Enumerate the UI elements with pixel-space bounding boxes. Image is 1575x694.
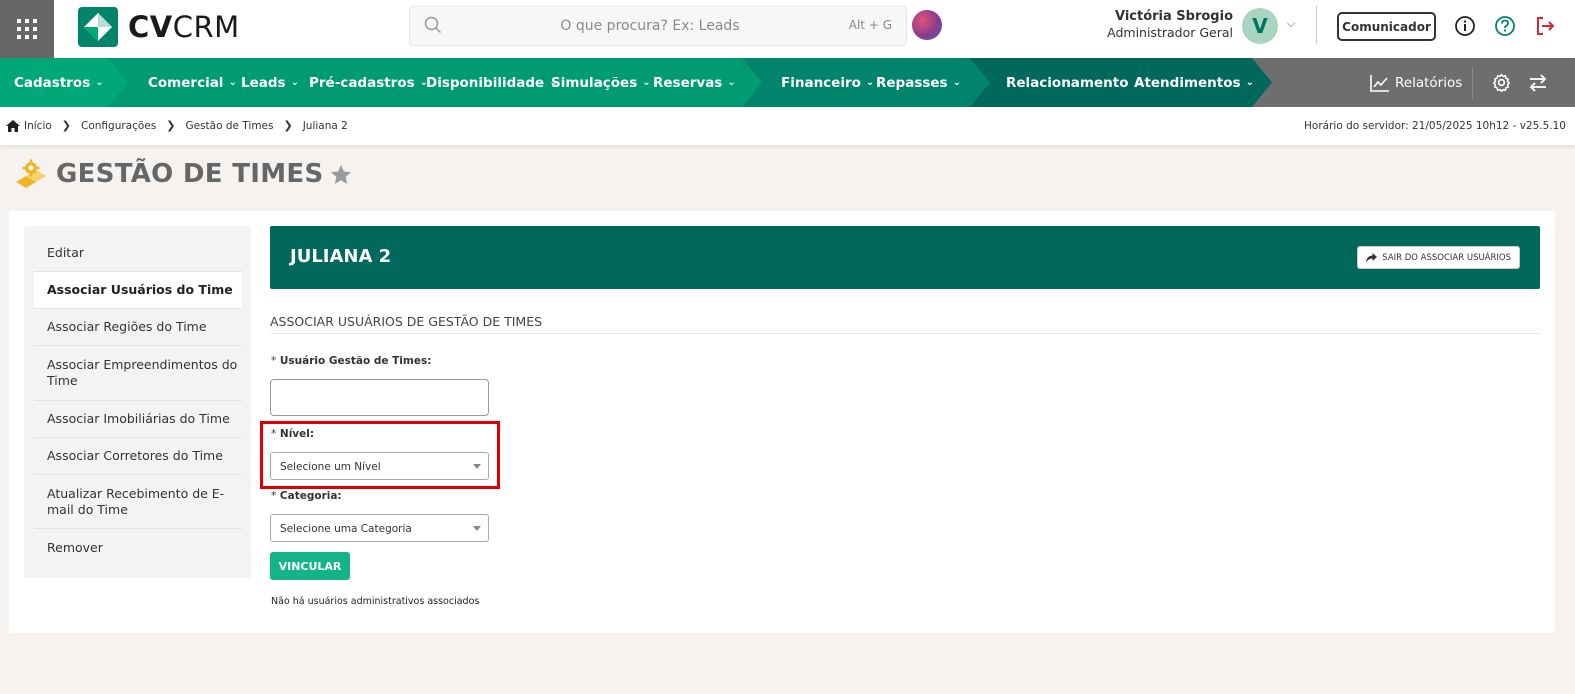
side-item-associar-regioes[interactable]: Associar Regiões do Time [34, 309, 242, 346]
nav-leads[interactable]: Leads ⌄ [241, 58, 299, 107]
settings-gear-icon[interactable] [1492, 58, 1511, 107]
chevron-down-icon: ⌄ [1245, 77, 1254, 88]
vincular-button[interactable]: VINCULAR [270, 552, 350, 580]
header-divider [1316, 6, 1317, 44]
category-select[interactable]: Selecione uma Categoria [270, 514, 489, 542]
breadcrumb-current: Juliana 2 [302, 119, 348, 132]
nav-reservas[interactable]: Reservas ⌄ [653, 58, 736, 107]
help-icon[interactable] [1494, 15, 1516, 37]
team-gear-icon [16, 159, 46, 188]
main-nav: Cadastros ⌄ Comercial ⌄ Leads ⌄ Pré-cadastr… [0, 58, 1575, 107]
share-arrow-icon [1366, 252, 1378, 262]
side-item-editar[interactable]: Editar [34, 235, 242, 272]
chevron-right-icon: ❯ [166, 119, 176, 132]
user-name: Victória Sbrogio [1114, 9, 1233, 24]
highlight-box [260, 421, 500, 489]
empty-state-message: Não há usuários administrativos associad… [271, 596, 480, 607]
top-header: CVCRM Alt + G Victória Sbrogio Administr… [0, 0, 1575, 58]
search-shortcut-hint: Alt + G [848, 18, 892, 32]
chevron-down-icon: ⌄ [228, 77, 237, 88]
avatar[interactable]: V [1242, 8, 1278, 44]
nav-atendimentos[interactable]: Atendimentos ⌄ [1134, 58, 1254, 107]
comunicador-button[interactable]: Comunicador [1337, 12, 1436, 41]
category-field-label: * Categoria: [271, 490, 342, 502]
chevron-down-icon: ⌄ [290, 77, 299, 88]
side-item-atualizar-email[interactable]: Atualizar Recebimento de E-mail do Time [34, 475, 242, 529]
side-item-associar-imobiliarias[interactable]: Associar Imobiliárias do Time [34, 401, 242, 438]
apps-menu-button[interactable] [0, 0, 54, 58]
side-menu: Editar Associar Usuários do Time Associa… [24, 226, 251, 578]
nav-disponibilidade[interactable]: Disponibilidade ⌄ [426, 58, 558, 107]
nav-financeiro[interactable]: Financeiro ⌄ [781, 58, 874, 107]
chevron-down-icon: ⌄ [95, 77, 104, 88]
global-search: Alt + G [409, 6, 907, 46]
category-select-value: Selecione uma Categoria [280, 523, 412, 535]
user-info[interactable]: Victória Sbrogio Administrador Geral [1107, 9, 1233, 41]
nav-cadastros[interactable]: Cadastros ⌄ [14, 58, 104, 107]
chevron-right-icon: ❯ [61, 119, 72, 132]
chevron-down-icon: ⌄ [727, 77, 736, 88]
logout-icon[interactable] [1534, 15, 1556, 37]
nav-relatorios[interactable]: Relatórios [1370, 58, 1462, 107]
side-item-associar-corretores[interactable]: Associar Corretores do Time [34, 438, 242, 475]
user-input[interactable] [270, 379, 489, 416]
page-title-row: GESTÃO DE TIMES [14, 158, 352, 190]
section-title: ASSOCIAR USUÁRIOS DE GESTÃO DE TIMES [270, 314, 1540, 334]
user-field-label: * Usuário Gestão de Times: [271, 355, 432, 367]
page-title: GESTÃO DE TIMES [56, 159, 324, 189]
nav-relacionamento[interactable]: Relacionamento ⌄ [1006, 58, 1142, 107]
side-item-remover[interactable]: Remover [34, 529, 242, 566]
switch-arrows-icon[interactable] [1528, 58, 1548, 107]
nav-repasses[interactable]: Repasses ⌄ [876, 58, 961, 107]
chevron-down-icon: ⌄ [952, 77, 961, 88]
nav-simulacoes[interactable]: Simulações ⌄ [551, 58, 651, 107]
user-menu-chevron-icon[interactable]: ⌵ [1287, 17, 1295, 31]
search-icon [424, 16, 442, 34]
breadcrumb: Início ❯ Configurações ❯ Gestão de Times… [6, 119, 348, 132]
breadcrumb-inicio[interactable]: Início [24, 120, 52, 132]
nav-comercial[interactable]: Comercial ⌄ [148, 58, 237, 107]
form-header-title: JULIANA 2 [290, 246, 392, 267]
server-time: Horário do servidor: 21/05/2025 10h12 - … [1304, 120, 1566, 132]
breadcrumb-configuracoes[interactable]: Configurações [81, 120, 156, 132]
form-header: JULIANA 2 SAIR DO ASSOCIAR USUÁRIOS [270, 226, 1540, 289]
side-item-associar-empreendimentos[interactable]: Associar Empreendimentos do Time [34, 346, 242, 401]
nav-divider [1472, 67, 1473, 99]
chevron-down-icon: ⌄ [865, 77, 875, 88]
side-item-associar-usuarios[interactable]: Associar Usuários do Time [34, 272, 242, 309]
nav-pre-cadastros[interactable]: Pré-cadastros ⌄ [309, 58, 428, 107]
dropdown-arrow-icon [473, 526, 481, 531]
breadcrumb-bar: Início ❯ Configurações ❯ Gestão de Times… [0, 107, 1575, 145]
grid-icon [17, 19, 37, 39]
cvcrm-logo[interactable]: CVCRM [78, 6, 240, 48]
chevron-down-icon: ⌄ [642, 77, 651, 88]
assistant-orb-icon[interactable] [912, 10, 942, 40]
logo-text: CVCRM [128, 10, 240, 44]
home-icon[interactable] [6, 119, 20, 132]
info-icon[interactable] [1454, 15, 1476, 37]
user-role: Administrador Geral [1107, 25, 1233, 40]
exit-associate-users-button[interactable]: SAIR DO ASSOCIAR USUÁRIOS [1357, 246, 1520, 269]
cvcrm-logo-icon [78, 7, 118, 47]
breadcrumb-gestao-de-times[interactable]: Gestão de Times [185, 120, 273, 132]
search-input[interactable] [450, 7, 850, 45]
favorite-star-icon[interactable] [331, 164, 352, 184]
chart-line-icon [1370, 74, 1389, 92]
chevron-right-icon: ❯ [283, 119, 293, 132]
